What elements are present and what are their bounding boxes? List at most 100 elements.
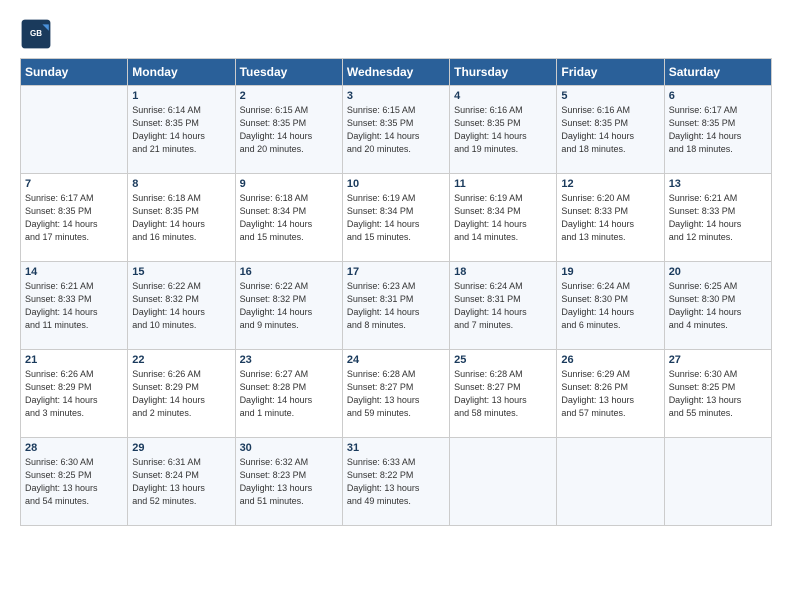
day-info: Sunrise: 6:15 AM Sunset: 8:35 PM Dayligh…: [347, 104, 445, 156]
day-info: Sunrise: 6:14 AM Sunset: 8:35 PM Dayligh…: [132, 104, 230, 156]
day-number: 6: [669, 90, 767, 102]
day-number: 19: [561, 266, 659, 278]
calendar-cell: 6 Sunrise: 6:17 AM Sunset: 8:35 PM Daylig…: [664, 86, 771, 174]
day-number: 3: [347, 90, 445, 102]
day-number: 25: [454, 354, 552, 366]
day-number: 30: [240, 442, 338, 454]
day-info: Sunrise: 6:16 AM Sunset: 8:35 PM Dayligh…: [561, 104, 659, 156]
calendar-week-row: 28 Sunrise: 6:30 AM Sunset: 8:25 PM Dayli…: [21, 438, 772, 526]
day-number: 7: [25, 178, 123, 190]
day-info: Sunrise: 6:24 AM Sunset: 8:30 PM Dayligh…: [561, 280, 659, 332]
calendar-cell: 22Sunrise: 6:26 AM Sunset: 8:29 PM Dayli…: [128, 350, 235, 438]
day-info: Sunrise: 6:25 AM Sunset: 8:30 PM Dayligh…: [669, 280, 767, 332]
weekday-header: Sunday: [21, 59, 128, 86]
calendar-cell: 1 Sunrise: 6:14 AM Sunset: 8:35 PM Daylig…: [128, 86, 235, 174]
day-number: 15: [132, 266, 230, 278]
day-number: 20: [669, 266, 767, 278]
day-info: Sunrise: 6:17 AM Sunset: 8:35 PM Dayligh…: [25, 192, 123, 244]
day-number: 21: [25, 354, 123, 366]
calendar-cell: 23 Sunrise: 6:27 AM Sunset: 8:28 PM Dayli…: [235, 350, 342, 438]
header-row: SundayMondayTuesdayWednesdayThursdayFrid…: [21, 59, 772, 86]
day-info: Sunrise: 6:30 AM Sunset: 8:25 PM Dayligh…: [25, 456, 123, 508]
day-info: Sunrise: 6:27 AM Sunset: 8:28 PM Dayligh…: [240, 368, 338, 420]
day-number: 16: [240, 266, 338, 278]
day-info: Sunrise: 6:29 AM Sunset: 8:26 PM Dayligh…: [561, 368, 659, 420]
day-number: 24: [347, 354, 445, 366]
logo-icon: GB: [20, 18, 52, 50]
day-info: Sunrise: 6:22 AM Sunset: 8:32 PM Dayligh…: [240, 280, 338, 332]
calendar-cell: 17 Sunrise: 6:23 AM Sunset: 8:31 PM Dayli…: [342, 262, 449, 350]
calendar-cell: 15 Sunrise: 6:22 AM Sunset: 8:32 PM Dayli…: [128, 262, 235, 350]
day-number: 23: [240, 354, 338, 366]
day-number: 9: [240, 178, 338, 190]
day-info: Sunrise: 6:18 AM Sunset: 8:35 PM Dayligh…: [132, 192, 230, 244]
day-number: 2: [240, 90, 338, 102]
day-number: 27: [669, 354, 767, 366]
calendar-cell: 10 Sunrise: 6:19 AM Sunset: 8:34 PM Dayli…: [342, 174, 449, 262]
day-info: Sunrise: 6:28 AM Sunset: 8:27 PM Dayligh…: [347, 368, 445, 420]
calendar-week-row: 14 Sunrise: 6:21 AM Sunset: 8:33 PM Dayli…: [21, 262, 772, 350]
calendar-cell: 12 Sunrise: 6:20 AM Sunset: 8:33 PM Dayli…: [557, 174, 664, 262]
calendar-cell: 30 Sunrise: 6:32 AM Sunset: 8:23 PM Dayli…: [235, 438, 342, 526]
calendar-cell: 14 Sunrise: 6:21 AM Sunset: 8:33 PM Dayli…: [21, 262, 128, 350]
calendar-cell: 31Sunrise: 6:33 AM Sunset: 8:22 PM Dayli…: [342, 438, 449, 526]
day-info: Sunrise: 6:28 AM Sunset: 8:27 PM Dayligh…: [454, 368, 552, 420]
day-info: Sunrise: 6:18 AM Sunset: 8:34 PM Dayligh…: [240, 192, 338, 244]
day-info: Sunrise: 6:31 AM Sunset: 8:24 PM Dayligh…: [132, 456, 230, 508]
calendar-cell: 11Sunrise: 6:19 AM Sunset: 8:34 PM Dayli…: [450, 174, 557, 262]
calendar-cell: [664, 438, 771, 526]
calendar-table: SundayMondayTuesdayWednesdayThursdayFrid…: [20, 58, 772, 526]
day-info: Sunrise: 6:22 AM Sunset: 8:32 PM Dayligh…: [132, 280, 230, 332]
calendar-header: SundayMondayTuesdayWednesdayThursdayFrid…: [21, 59, 772, 86]
day-number: 12: [561, 178, 659, 190]
day-number: 31: [347, 442, 445, 454]
main-container: GB SundayMondayTuesdayWednesdayThursdayF…: [0, 0, 792, 536]
calendar-cell: 7 Sunrise: 6:17 AM Sunset: 8:35 PM Daylig…: [21, 174, 128, 262]
calendar-cell: 25 Sunrise: 6:28 AM Sunset: 8:27 PM Dayli…: [450, 350, 557, 438]
weekday-header: Monday: [128, 59, 235, 86]
calendar-cell: 26 Sunrise: 6:29 AM Sunset: 8:26 PM Dayli…: [557, 350, 664, 438]
logo: GB: [20, 18, 56, 50]
day-info: Sunrise: 6:23 AM Sunset: 8:31 PM Dayligh…: [347, 280, 445, 332]
calendar-cell: 4 Sunrise: 6:16 AM Sunset: 8:35 PM Daylig…: [450, 86, 557, 174]
day-number: 22: [132, 354, 230, 366]
day-number: 26: [561, 354, 659, 366]
day-info: Sunrise: 6:19 AM Sunset: 8:34 PM Dayligh…: [347, 192, 445, 244]
day-number: 17: [347, 266, 445, 278]
calendar-cell: 28 Sunrise: 6:30 AM Sunset: 8:25 PM Dayli…: [21, 438, 128, 526]
header-area: GB: [20, 18, 772, 50]
svg-text:GB: GB: [30, 29, 42, 38]
calendar-cell: 3 Sunrise: 6:15 AM Sunset: 8:35 PM Daylig…: [342, 86, 449, 174]
day-info: Sunrise: 6:26 AM Sunset: 8:29 PM Dayligh…: [25, 368, 123, 420]
day-number: 5: [561, 90, 659, 102]
calendar-week-row: 7 Sunrise: 6:17 AM Sunset: 8:35 PM Daylig…: [21, 174, 772, 262]
day-info: Sunrise: 6:17 AM Sunset: 8:35 PM Dayligh…: [669, 104, 767, 156]
day-number: 4: [454, 90, 552, 102]
day-number: 1: [132, 90, 230, 102]
calendar-cell: 5 Sunrise: 6:16 AM Sunset: 8:35 PM Daylig…: [557, 86, 664, 174]
calendar-cell: 13Sunrise: 6:21 AM Sunset: 8:33 PM Dayli…: [664, 174, 771, 262]
day-number: 18: [454, 266, 552, 278]
day-info: Sunrise: 6:20 AM Sunset: 8:33 PM Dayligh…: [561, 192, 659, 244]
day-info: Sunrise: 6:16 AM Sunset: 8:35 PM Dayligh…: [454, 104, 552, 156]
calendar-cell: 18 Sunrise: 6:24 AM Sunset: 8:31 PM Dayli…: [450, 262, 557, 350]
calendar-cell: 24 Sunrise: 6:28 AM Sunset: 8:27 PM Dayli…: [342, 350, 449, 438]
day-info: Sunrise: 6:24 AM Sunset: 8:31 PM Dayligh…: [454, 280, 552, 332]
day-info: Sunrise: 6:21 AM Sunset: 8:33 PM Dayligh…: [669, 192, 767, 244]
calendar-cell: 19 Sunrise: 6:24 AM Sunset: 8:30 PM Dayli…: [557, 262, 664, 350]
day-number: 29: [132, 442, 230, 454]
calendar-body: 1 Sunrise: 6:14 AM Sunset: 8:35 PM Daylig…: [21, 86, 772, 526]
calendar-week-row: 21 Sunrise: 6:26 AM Sunset: 8:29 PM Dayli…: [21, 350, 772, 438]
calendar-cell: 16 Sunrise: 6:22 AM Sunset: 8:32 PM Dayli…: [235, 262, 342, 350]
calendar-cell: 27Sunrise: 6:30 AM Sunset: 8:25 PM Dayli…: [664, 350, 771, 438]
calendar-cell: [450, 438, 557, 526]
calendar-week-row: 1 Sunrise: 6:14 AM Sunset: 8:35 PM Daylig…: [21, 86, 772, 174]
day-info: Sunrise: 6:15 AM Sunset: 8:35 PM Dayligh…: [240, 104, 338, 156]
day-number: 28: [25, 442, 123, 454]
day-number: 8: [132, 178, 230, 190]
day-number: 14: [25, 266, 123, 278]
weekday-header: Tuesday: [235, 59, 342, 86]
day-number: 10: [347, 178, 445, 190]
day-info: Sunrise: 6:21 AM Sunset: 8:33 PM Dayligh…: [25, 280, 123, 332]
day-info: Sunrise: 6:32 AM Sunset: 8:23 PM Dayligh…: [240, 456, 338, 508]
